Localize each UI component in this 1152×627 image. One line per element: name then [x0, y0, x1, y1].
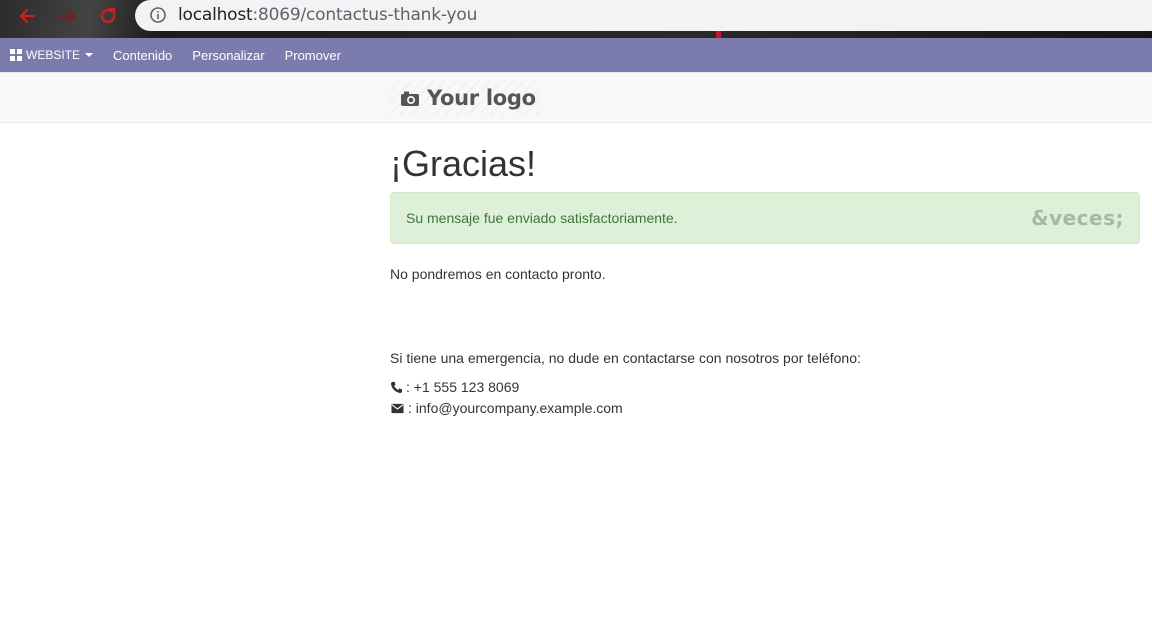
email-text: : info@yourcompany.example.com: [408, 400, 623, 416]
website-menu-label: WEBSITE: [26, 48, 81, 62]
url-path: :8069/contactus-thank-you: [252, 5, 478, 25]
back-arrow-icon[interactable]: [16, 5, 38, 27]
menu-personalizar[interactable]: Personalizar: [182, 38, 274, 72]
url-text[interactable]: localhost:8069/contactus-thank-you: [178, 4, 477, 26]
reload-icon[interactable]: [97, 5, 119, 27]
alert-close-button[interactable]: &veces;: [1031, 206, 1124, 230]
admin-navbar: WEBSITE Contenido Personalizar Promover: [0, 38, 1152, 72]
email-row: : info@yourcompany.example.com: [390, 400, 623, 416]
menu-promover[interactable]: Promover: [275, 38, 351, 72]
emergency-text: Si tiene una emergencia, no dude en cont…: [390, 350, 861, 366]
alert-message: Su mensaje fue enviado satisfactoriament…: [406, 210, 678, 226]
browser-toolbar: localhost:8069/contactus-thank-you: [0, 0, 1152, 38]
phone-row: : +1 555 123 8069: [390, 379, 519, 395]
logo-link[interactable]: Your logo: [390, 81, 540, 115]
follow-up-text: No pondremos en contacto pronto.: [390, 266, 606, 282]
envelope-icon: [391, 403, 404, 413]
success-alert: Su mensaje fue enviado satisfactoriament…: [390, 192, 1140, 244]
page-title: ¡Gracias!: [390, 143, 537, 184]
camera-icon: [401, 91, 419, 106]
address-bar[interactable]: localhost:8069/contactus-thank-you: [135, 0, 1152, 31]
menu-contenido[interactable]: Contenido: [103, 38, 182, 72]
phone-icon: [391, 381, 403, 393]
url-host: localhost: [178, 5, 253, 25]
forward-arrow-icon[interactable]: [57, 5, 79, 27]
apps-grid-icon: [10, 49, 22, 61]
site-header: Your logo: [0, 72, 1152, 123]
info-icon[interactable]: [149, 6, 167, 24]
logo-text: Your logo: [427, 86, 536, 110]
phone-text: : +1 555 123 8069: [406, 379, 520, 395]
caret-down-icon: [85, 53, 94, 57]
website-apps-menu[interactable]: WEBSITE: [0, 38, 103, 72]
